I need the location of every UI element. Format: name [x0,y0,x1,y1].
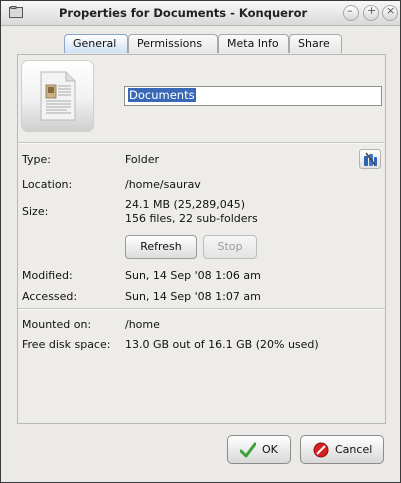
close-button[interactable]: × [382,4,398,21]
tab-share[interactable]: Share [289,34,342,53]
tab-meta-info[interactable]: Meta Info [218,34,289,53]
accessed-value: Sun, 14 Sep '08 1:07 am [125,290,261,303]
file-count-value: 156 files, 22 sub-folders [125,212,258,225]
configure-button[interactable] [359,149,381,169]
mounted-value: /home [125,318,160,331]
location-value: /home/saurav [125,178,201,191]
close-icon: × [386,4,396,17]
cancel-button-label: Cancel [335,443,373,456]
stop-button[interactable]: Stop [203,235,257,259]
separator [18,308,385,310]
folder-window-icon[interactable] [9,6,23,18]
free-space-value: 13.0 GB out of 16.1 GB (20% used) [125,338,319,351]
tab-bar: General Permissions Meta Info Share [64,34,342,54]
cancel-button[interactable]: Cancel [300,435,384,464]
name-input-selected-text: Documents [128,88,196,102]
cancel-icon [313,442,329,458]
modified-value: Sun, 14 Sep '08 1:06 am [125,269,261,282]
document-folder-icon [40,71,76,121]
free-space-label: Free disk space: [22,338,111,351]
title-bar[interactable]: Properties for Documents - Konqueror – +… [1,1,400,26]
tab-permissions-label: Permissions [137,37,203,50]
size-value: 24.1 MB (25,289,045) [125,198,246,211]
ok-button[interactable]: OK [227,435,291,464]
minimize-icon: – [347,4,353,17]
minimize-button[interactable]: – [343,4,359,21]
tab-permissions[interactable]: Permissions [128,34,218,53]
type-value: Folder [125,153,159,166]
type-label: Type: [22,153,51,166]
modified-label: Modified: [22,269,73,282]
name-input[interactable]: Documents [124,86,382,106]
separator [18,142,385,144]
refresh-button-label: Refresh [140,240,182,253]
check-icon [240,442,256,458]
properties-window: Properties for Documents - Konqueror – +… [0,0,401,483]
window-title: Properties for Documents - Konqueror [59,6,308,20]
tab-general-label: General [73,37,117,50]
mounted-label: Mounted on: [22,318,92,331]
maximize-button[interactable]: + [363,4,379,21]
tab-share-label: Share [298,37,330,50]
ok-button-label: OK [262,443,278,456]
maximize-icon: + [367,4,377,17]
refresh-button[interactable]: Refresh [125,235,197,259]
configure-icon [364,152,377,166]
folder-icon-button[interactable] [21,60,94,132]
accessed-label: Accessed: [22,290,78,303]
location-label: Location: [22,178,73,191]
stop-button-label: Stop [217,240,243,253]
tab-meta-info-label: Meta Info [227,37,279,50]
size-label: Size: [22,205,49,218]
tab-general[interactable]: General [64,34,128,53]
